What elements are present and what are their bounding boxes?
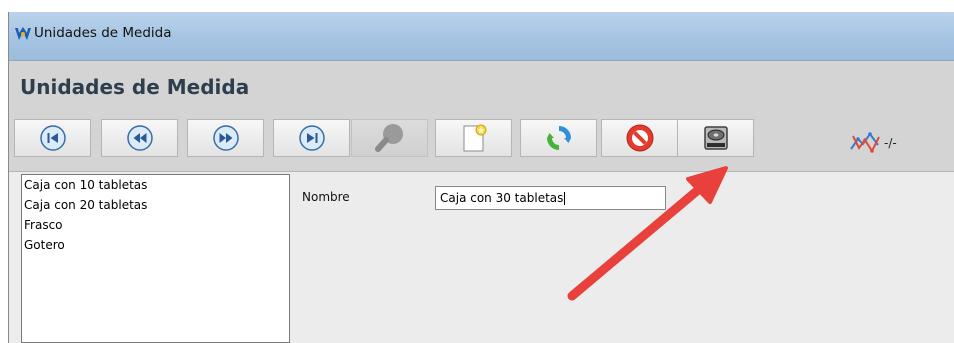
previous-record-button[interactable]	[101, 119, 178, 157]
next-record-button[interactable]	[187, 119, 264, 157]
nombre-label: Nombre	[302, 190, 350, 204]
magnifier-icon	[374, 124, 403, 152]
save-button[interactable]	[677, 119, 754, 157]
record-counter: -/-	[850, 131, 920, 155]
nombre-input[interactable]: Caja con 30 tabletas	[435, 186, 666, 210]
window-title: Unidades de Medida	[34, 25, 172, 41]
text-caret	[564, 192, 566, 205]
units-list[interactable]: Caja con 10 tabletas Caja con 20 tableta…	[21, 174, 290, 343]
title-bar[interactable]: Unidades de Medida	[9, 12, 954, 61]
chart-line-icon	[850, 132, 880, 154]
form-header: Unidades de Medida	[9, 61, 954, 112]
last-record-button[interactable]	[273, 119, 350, 157]
app-window: Unidades de Medida Unidades de Medida -/…	[8, 12, 954, 343]
list-item[interactable]: Caja con 10 tabletas	[22, 175, 289, 195]
refresh-icon	[546, 126, 571, 150]
search-button[interactable]	[351, 119, 428, 157]
skip-to-last-icon	[298, 125, 325, 151]
new-document-icon	[463, 124, 486, 152]
fast-forward-icon	[212, 125, 239, 151]
hard-drive-icon	[703, 126, 728, 150]
page-title: Unidades de Medida	[20, 75, 250, 99]
skip-to-first-icon	[39, 125, 66, 151]
list-item[interactable]: Gotero	[22, 235, 289, 255]
new-record-button[interactable]	[435, 119, 512, 157]
list-item[interactable]: Frasco	[22, 215, 289, 235]
list-item[interactable]: Caja con 20 tabletas	[22, 195, 289, 215]
app-logo-icon	[15, 27, 31, 40]
delete-button[interactable]	[601, 119, 678, 157]
no-entry-icon	[626, 124, 653, 152]
toolbar: -/-	[9, 111, 954, 172]
record-counter-text: -/-	[884, 136, 897, 150]
rewind-icon	[126, 125, 153, 151]
nombre-input-value: Caja con 30 tabletas	[440, 191, 564, 205]
refresh-button[interactable]	[520, 119, 597, 157]
first-record-button[interactable]	[14, 119, 91, 157]
